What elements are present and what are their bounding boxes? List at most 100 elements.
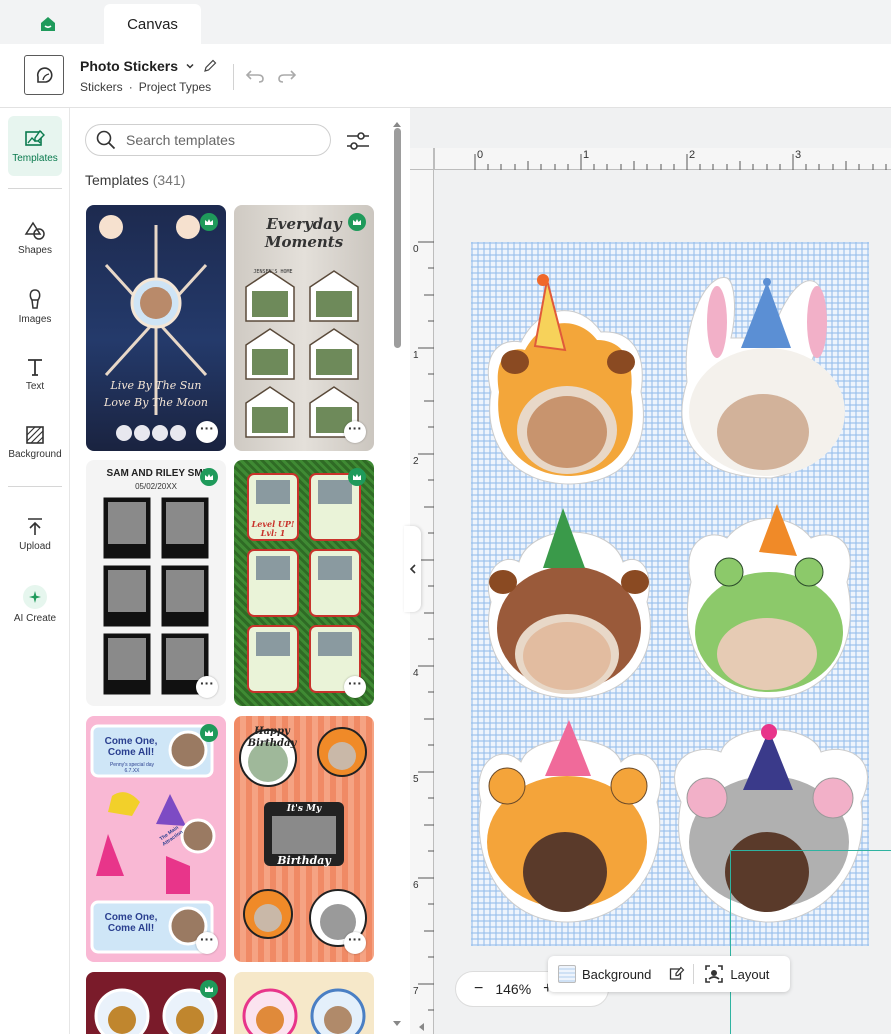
- rail-item-background[interactable]: Background: [8, 412, 62, 472]
- sticker-tiger: [478, 720, 662, 923]
- chevron-down-icon[interactable]: [184, 60, 196, 72]
- card-text-line: Come One,: [104, 912, 158, 923]
- premium-crown-icon: [200, 213, 218, 231]
- more-options-button[interactable]: ···: [196, 676, 218, 698]
- card-text-line: Lvl: 1: [260, 528, 286, 538]
- ruler-label: 5: [413, 774, 419, 785]
- filter-sliders-icon[interactable]: [346, 130, 370, 152]
- ruler-label: 2: [413, 456, 419, 467]
- canvas-action-toolbar: Background Layout: [548, 956, 790, 992]
- template-card-happy-birthday[interactable]: Happy Birthday It's My Birthday ···: [234, 716, 374, 962]
- sticker-sheet[interactable]: [471, 242, 891, 1034]
- ruler-label: 1: [413, 350, 419, 361]
- header-divider: [233, 64, 234, 90]
- template-card-level-up[interactable]: Level UP! Lvl: 1 ···: [234, 460, 374, 706]
- tab-bar: Canvas: [0, 0, 891, 44]
- rail-label-templates: Templates: [12, 152, 58, 164]
- selection-box[interactable]: [730, 850, 891, 1034]
- scroll-left-arrow-icon[interactable]: [416, 1021, 426, 1033]
- ruler-label: 0: [413, 244, 419, 255]
- template-card-partial-2[interactable]: [234, 972, 374, 1034]
- premium-crown-icon: [200, 468, 218, 486]
- breadcrumb-item-project-types[interactable]: Project Types: [139, 80, 211, 94]
- left-rail: Templates Shapes Images Text Background …: [0, 108, 70, 1034]
- premium-crown-icon: [348, 213, 366, 231]
- ruler-ticks: [474, 154, 887, 170]
- templates-panel: Templates (341) Live By The Sun Love By …: [70, 108, 407, 1034]
- tab-canvas[interactable]: Canvas: [104, 4, 201, 44]
- badge-illustration: [242, 988, 366, 1034]
- canvas-horizontal-scrollbar[interactable]: [410, 1020, 891, 1034]
- card-text-line: Come All!: [107, 747, 155, 758]
- more-options-button[interactable]: ···: [196, 421, 218, 443]
- panel-scrollbar[interactable]: [391, 120, 403, 1032]
- premium-crown-icon: [200, 980, 218, 998]
- rail-item-shapes[interactable]: Shapes: [8, 208, 62, 268]
- edit-image-button[interactable]: [661, 956, 693, 992]
- template-card-come-one[interactable]: Come One, Come All! Penny's special day …: [86, 716, 226, 962]
- card-text-line: Happy: [254, 726, 290, 737]
- templates-icon: [25, 129, 45, 146]
- ruler-label: 1: [583, 149, 590, 161]
- arrows-illustration: [99, 215, 208, 441]
- background-icon: [26, 425, 44, 444]
- rail-item-text[interactable]: Text: [8, 344, 62, 404]
- house-photos-illustration: [245, 270, 359, 438]
- template-card-sun-moon[interactable]: Live By The Sun Love By The Moon ···: [86, 205, 226, 451]
- rail-divider: [8, 188, 62, 189]
- ruler-label: 0: [477, 149, 484, 161]
- zoom-level[interactable]: 146%: [495, 981, 531, 997]
- card-text-line: Birthday: [247, 738, 297, 749]
- project-header: Photo Stickers Stickers · Project Types: [0, 44, 891, 108]
- sticker-bear: [487, 274, 644, 485]
- templates-heading: Templates (341): [85, 172, 185, 188]
- canvas-area[interactable]: 0 1 2 3 0 1 2 3 4 5 6 7: [410, 108, 891, 1034]
- template-card-thank-you[interactable]: SAM AND RILEY SMI 05/02/20XX ···: [86, 460, 226, 706]
- background-label: Background: [582, 966, 652, 982]
- scroll-thumb[interactable]: [394, 128, 401, 348]
- undo-button[interactable]: [242, 63, 268, 89]
- search-box[interactable]: [85, 124, 331, 156]
- sparkle-icon: [23, 584, 47, 609]
- ruler-corner: [410, 148, 434, 170]
- breadcrumb: Stickers · Project Types: [80, 80, 211, 94]
- background-button[interactable]: Background: [548, 956, 661, 992]
- card-text-line: Come One,: [104, 736, 158, 747]
- rail-item-upload[interactable]: Upload: [8, 504, 62, 564]
- ruler-label: 4: [413, 668, 419, 679]
- rail-item-ai-create[interactable]: AI Create: [8, 574, 62, 634]
- project-type-button[interactable]: [24, 55, 64, 95]
- more-options-button[interactable]: ···: [196, 932, 218, 954]
- template-card-partial-1[interactable]: [86, 972, 226, 1034]
- level-up-illustration: [247, 473, 361, 693]
- photo-grid-illustration: [103, 497, 209, 695]
- sticker-bunny: [681, 277, 845, 479]
- stickers-artwork: [478, 274, 868, 923]
- more-options-button[interactable]: ···: [344, 421, 366, 443]
- rail-item-templates[interactable]: Templates: [8, 116, 62, 176]
- breadcrumb-item-stickers[interactable]: Stickers: [80, 80, 123, 94]
- upload-icon: [28, 517, 42, 535]
- chevron-left-icon: [409, 564, 416, 574]
- more-options-button[interactable]: ···: [344, 932, 366, 954]
- ruler-horizontal: 0 1 2 3: [434, 148, 891, 170]
- edit-pencil-icon[interactable]: [202, 58, 218, 74]
- layout-button[interactable]: Layout: [694, 956, 779, 992]
- search-input[interactable]: [126, 132, 316, 148]
- redo-button[interactable]: [274, 63, 300, 89]
- scroll-down-arrow-icon[interactable]: [391, 1020, 403, 1028]
- rail-label-shapes: Shapes: [18, 244, 52, 256]
- edit-image-icon: [670, 966, 685, 980]
- rail-item-images[interactable]: Images: [8, 276, 62, 336]
- scroll-up-arrow-icon[interactable]: [391, 120, 403, 128]
- panel-collapse-handle[interactable]: [404, 526, 421, 612]
- layout-icon: [705, 965, 724, 983]
- redo-icon: [278, 70, 297, 83]
- more-options-button[interactable]: ···: [344, 676, 366, 698]
- search-icon: [96, 130, 116, 150]
- home-button[interactable]: [30, 8, 66, 40]
- project-title[interactable]: Photo Stickers: [80, 58, 178, 74]
- zoom-out-button[interactable]: −: [474, 980, 483, 998]
- template-card-everyday-moments[interactable]: Everyday Moments JENSEN'S HOME ···: [234, 205, 374, 451]
- card-text-line: Live By The Sun: [110, 379, 202, 392]
